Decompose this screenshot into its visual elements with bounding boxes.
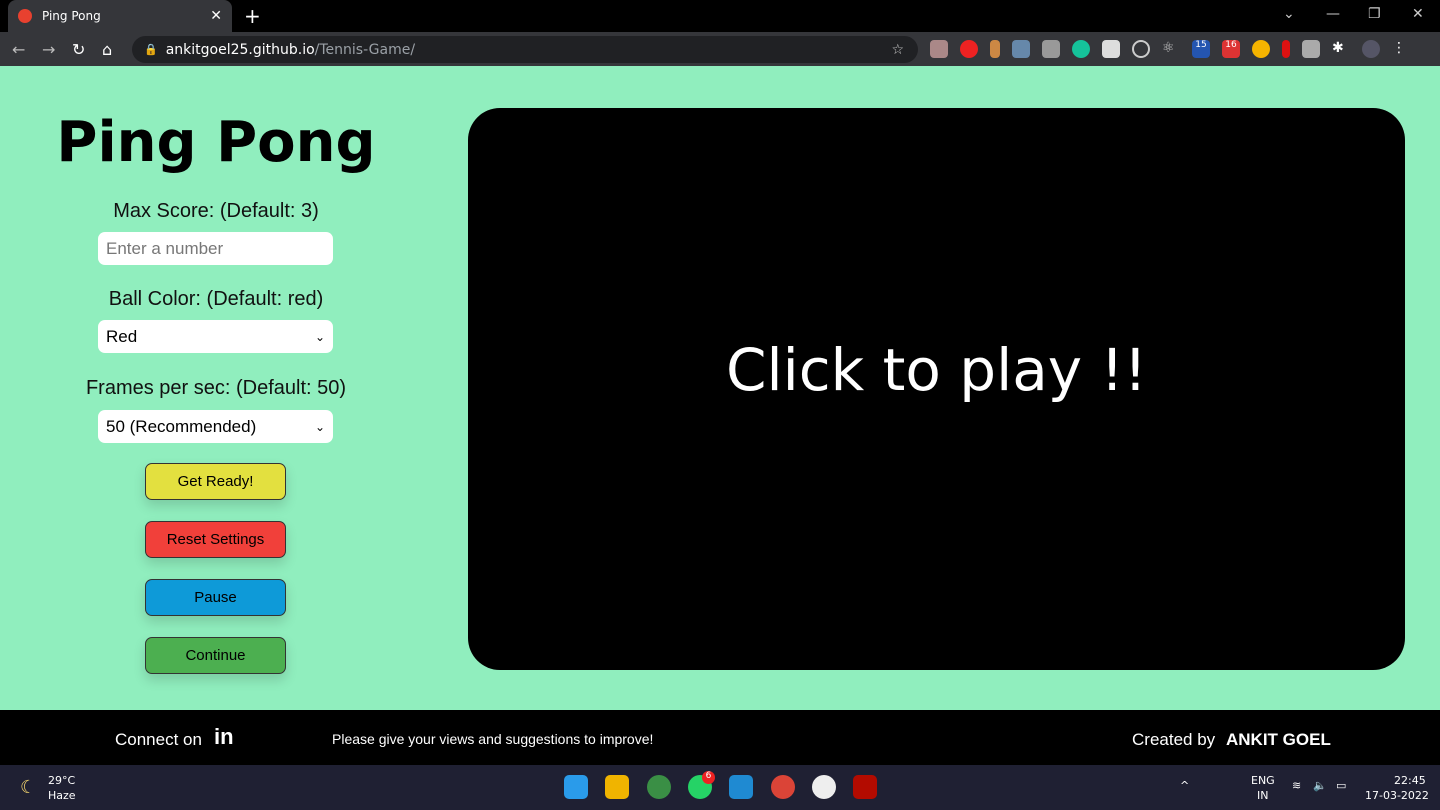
author-name[interactable]: ANKIT GOEL [1226, 730, 1331, 750]
chrome-icon[interactable] [771, 775, 795, 799]
fps-select[interactable]: 50 (Recommended) ⌄ [98, 410, 333, 443]
taskbar: ☾ 29°C Haze ^ ENG IN ≋ 🔈 ▭ 22:45 17-03-2… [0, 765, 1440, 810]
url-path: /Tennis-Game/ [314, 41, 416, 58]
clock-time[interactable]: 22:45 [1394, 774, 1426, 787]
mail-extension-icon[interactable]: 16 [1222, 40, 1240, 58]
click-to-play-text: Click to play !! [725, 336, 1148, 404]
pip-extension-icon[interactable] [1102, 40, 1120, 58]
fps-value: 50 (Recommended) [106, 416, 257, 436]
wifi-icon[interactable]: ≋ [1292, 779, 1301, 792]
weather-temp[interactable]: 29°C [48, 774, 75, 787]
acrobat-icon[interactable] [853, 775, 877, 799]
url-host: ankitgoel25.github.io [165, 41, 315, 58]
whatsapp-badge: 6 [702, 771, 715, 784]
menu-icon[interactable]: ⋮ [1392, 40, 1406, 58]
weather-condition[interactable]: Haze [48, 789, 76, 802]
days-until-extension-icon[interactable]: 15 [1192, 40, 1210, 58]
ball-color-label: Ball Color: (Default: red) [108, 288, 324, 310]
language-primary[interactable]: ENG [1251, 774, 1275, 787]
language-secondary[interactable]: IN [1257, 789, 1268, 802]
restore-button[interactable]: ❐ [1368, 6, 1381, 22]
home-icon[interactable]: ⌂ [102, 40, 112, 59]
marker-extension-icon[interactable] [1282, 40, 1290, 58]
touch-extension-icon[interactable] [1302, 40, 1320, 58]
chevron-down-icon: ⌄ [314, 419, 325, 434]
paddle-icon [18, 9, 32, 23]
profile-avatar[interactable] [1362, 40, 1380, 58]
connect-label: Connect on [115, 730, 202, 749]
react-extension-icon[interactable]: ⚛ [1162, 40, 1180, 58]
page-title: Ping Pong [56, 110, 376, 175]
tab-search-icon[interactable]: ⌄ [1283, 6, 1295, 22]
new-tab-button[interactable]: + [244, 4, 261, 28]
back-icon[interactable]: ← [12, 40, 25, 59]
game-canvas[interactable]: Click to play !! [468, 108, 1405, 670]
pause-button[interactable]: Pause [145, 579, 286, 616]
reload-icon[interactable]: ↻ [72, 40, 85, 59]
max-score-input[interactable]: Enter a number [98, 232, 333, 265]
chevron-down-icon: ⌄ [314, 329, 325, 344]
tab-ping-pong[interactable]: Ping Pong ✕ [8, 0, 232, 32]
start-icon[interactable] [564, 775, 588, 799]
placeholder: Enter a number [106, 238, 224, 258]
vscode-icon[interactable] [729, 775, 753, 799]
feedback-message: Please give your views and suggestions t… [332, 731, 654, 747]
puzzle-icon[interactable]: ✱ [1332, 40, 1350, 58]
linkedin-icon[interactable]: in [214, 724, 234, 750]
volume-icon[interactable]: 🔈 [1313, 779, 1327, 792]
whatsapp-icon[interactable]: 6 [688, 771, 715, 799]
forward-icon[interactable]: → [42, 40, 55, 59]
pen-extension-icon[interactable] [1012, 40, 1030, 58]
extensions-bar: ⚛ 15 16 ✱ ⋮ [930, 40, 1406, 58]
chrome-profile-icon[interactable] [647, 775, 671, 799]
minimize-button[interactable]: — [1326, 6, 1340, 22]
lock-icon: 🔒 [144, 43, 158, 56]
hidden-icons-chevron[interactable]: ^ [1180, 779, 1189, 792]
hand-stop-extension-icon[interactable] [960, 40, 978, 58]
compass-extension-icon[interactable] [1252, 40, 1270, 58]
reset-settings-button[interactable]: Reset Settings [145, 521, 286, 558]
max-score-label: Max Score: (Default: 3) [113, 200, 319, 222]
continue-button[interactable]: Continue [145, 637, 286, 674]
slack-icon[interactable] [812, 775, 836, 799]
address-bar[interactable]: 🔒 ankitgoel25.github.io/Tennis-Game/ ☆ [132, 36, 918, 63]
clock-date[interactable]: 17-03-2022 [1365, 789, 1429, 802]
grammarly-extension-icon[interactable] [1072, 40, 1090, 58]
close-window-button[interactable]: ✕ [1412, 6, 1424, 22]
pin-extension-icon[interactable] [990, 40, 1000, 58]
owl-extension-icon[interactable] [930, 40, 948, 58]
star-icon[interactable]: ☆ [891, 42, 904, 58]
camera-extension-icon[interactable] [1042, 40, 1060, 58]
fps-label: Frames per sec: (Default: 50) [85, 377, 347, 399]
get-ready-button[interactable]: Get Ready! [145, 463, 286, 500]
footer: Connect on in Please give your views and… [0, 710, 1440, 765]
ball-color-value: Red [106, 326, 138, 346]
tab-title: Ping Pong [42, 9, 101, 23]
moon-icon: ☾ [20, 777, 37, 798]
file-explorer-icon[interactable] [605, 775, 629, 799]
close-tab-icon[interactable]: ✕ [210, 8, 222, 24]
created-by-label: Created by [1132, 730, 1216, 749]
ball-color-select[interactable]: Red ⌄ [98, 320, 333, 353]
battery-icon[interactable]: ▭ [1336, 779, 1346, 792]
target-extension-icon[interactable] [1132, 40, 1150, 58]
